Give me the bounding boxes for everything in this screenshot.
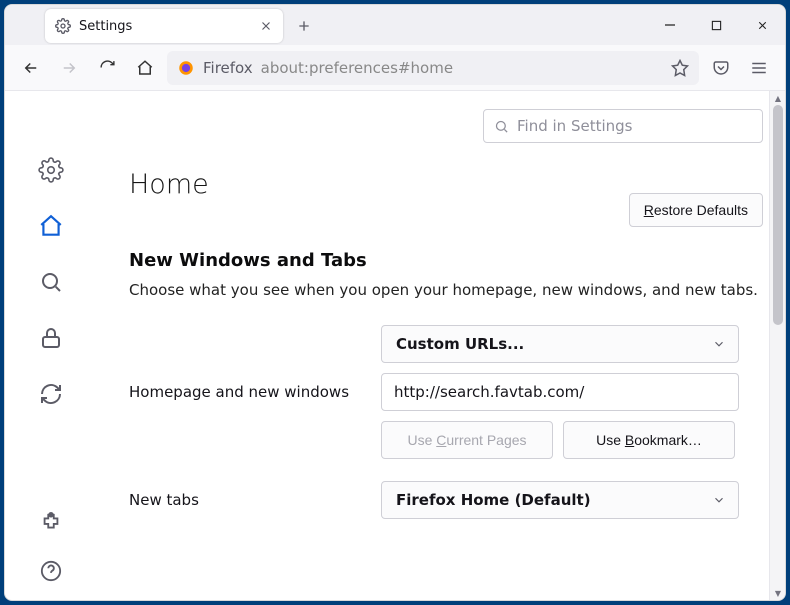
section-heading: New Windows and Tabs — [129, 250, 763, 271]
pocket-button[interactable] — [705, 52, 737, 84]
sidebar-general[interactable] — [32, 151, 70, 189]
section-description: Choose what you see when you open your h… — [129, 281, 763, 299]
sidebar-extensions[interactable] — [32, 504, 70, 542]
tab-title: Settings — [79, 19, 251, 34]
scroll-up-icon[interactable]: ▲ — [770, 91, 785, 105]
url-text: about:preferences#home — [261, 59, 663, 77]
new-tab-button[interactable] — [289, 11, 319, 41]
restore-defaults-button[interactable]: Restore Defaults — [629, 193, 763, 227]
newtabs-label: New tabs — [129, 491, 381, 509]
settings-main: Find in Settings Home Restore Defaults N… — [97, 91, 785, 600]
close-tab-icon[interactable] — [259, 19, 273, 33]
browser-tab[interactable]: Settings — [45, 9, 283, 43]
newtabs-select[interactable]: Firefox Home (Default) — [381, 481, 739, 519]
titlebar: Settings — [5, 5, 785, 45]
scrollbar-thumb[interactable] — [773, 105, 783, 325]
reload-button[interactable] — [91, 52, 123, 84]
settings-sidebar — [5, 91, 97, 600]
nav-toolbar: Firefox about:preferences#home — [5, 45, 785, 91]
homepage-mode-select[interactable]: Custom URLs... — [381, 325, 739, 363]
back-button[interactable] — [15, 52, 47, 84]
homepage-url-input[interactable]: http://search.favtab.com/ — [381, 373, 739, 411]
content-area: Find in Settings Home Restore Defaults N… — [5, 91, 785, 600]
newtabs-value: Firefox Home (Default) — [396, 491, 591, 509]
homepage-label: Homepage and new windows — [129, 383, 381, 401]
url-bar[interactable]: Firefox about:preferences#home — [167, 51, 699, 85]
window-controls — [647, 5, 785, 45]
scroll-down-icon[interactable]: ▼ — [770, 586, 785, 600]
maximize-button[interactable] — [693, 5, 739, 45]
use-bookmark-button[interactable]: Use Bookmark… — [563, 421, 735, 459]
search-icon — [494, 119, 509, 134]
identity-label: Firefox — [203, 59, 253, 77]
gear-icon — [55, 18, 71, 34]
sidebar-privacy[interactable] — [32, 319, 70, 357]
sidebar-help[interactable] — [32, 552, 70, 590]
home-button[interactable] — [129, 52, 161, 84]
homepage-mode-value: Custom URLs... — [396, 335, 524, 353]
search-placeholder: Find in Settings — [517, 117, 632, 135]
forward-button[interactable] — [53, 52, 85, 84]
chevron-down-icon — [712, 493, 726, 507]
sidebar-sync[interactable] — [32, 375, 70, 413]
firefox-logo-icon — [177, 59, 195, 77]
bookmark-star-icon[interactable] — [671, 59, 689, 77]
minimize-button[interactable] — [647, 5, 693, 45]
app-menu-button[interactable] — [743, 52, 775, 84]
sidebar-home[interactable] — [32, 207, 70, 245]
page-title: Home — [129, 169, 209, 200]
scrollbar[interactable]: ▲ ▼ — [769, 91, 785, 600]
settings-search[interactable]: Find in Settings — [483, 109, 763, 143]
use-current-pages-button[interactable]: Use Current Pages — [381, 421, 553, 459]
chevron-down-icon — [712, 337, 726, 351]
close-window-button[interactable] — [739, 5, 785, 45]
sidebar-search[interactable] — [32, 263, 70, 301]
homepage-url-value: http://search.favtab.com/ — [394, 383, 584, 401]
